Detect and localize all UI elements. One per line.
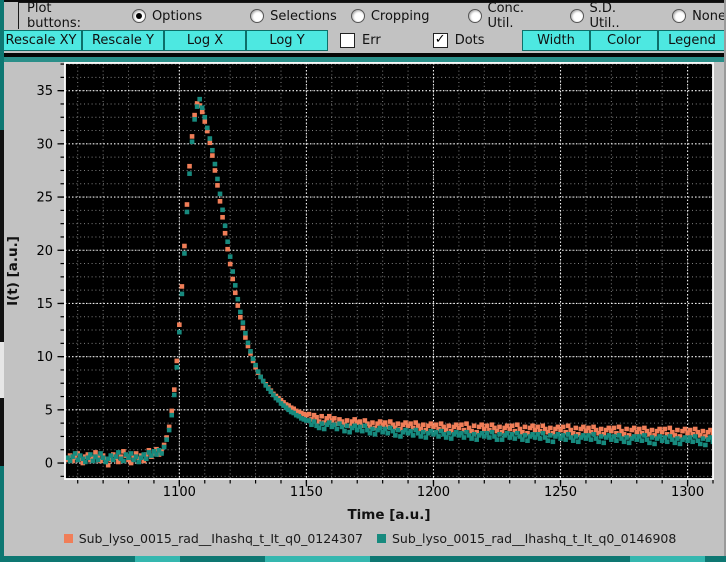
radio-none[interactable]: None [672, 9, 726, 24]
series-2-marker-icon [377, 534, 386, 543]
plot-toolbar: Plot buttons: Options Selections Cropping C… [0, 1, 726, 57]
dots-checkbox[interactable]: ✓ [432, 33, 448, 48]
radio-label: Selections [270, 8, 337, 24]
radio-label: None [692, 8, 726, 24]
log-x-button[interactable]: Log X [164, 30, 246, 51]
series-1-name: Sub_lyso_0015_rad__Ihashq_t_It_q0_012430… [78, 531, 363, 546]
y-tick-label: 5 [45, 403, 53, 418]
window-bottom-border [0, 556, 726, 562]
width-button[interactable]: Width [522, 30, 590, 51]
rescale-xy-button[interactable]: Rescale XY [0, 30, 82, 51]
radio-s-d-util-icon[interactable] [569, 9, 584, 23]
x-tick-label: 1300 [671, 485, 704, 500]
series-1-marker-icon [63, 534, 73, 543]
y-tick-label: 20 [36, 244, 53, 259]
y-tick-label: 10 [36, 350, 53, 365]
checkbox-label: Dots [454, 33, 485, 48]
radio-label: S.D. Util.. [589, 1, 620, 31]
err-checkbox-item: Err [340, 30, 381, 51]
color-button[interactable]: Color [590, 30, 658, 51]
plot-legend: Sub_lyso_0015_rad__Ihashq_t_It_q0_012430… [30, 531, 710, 546]
radio-label: Cropping [370, 8, 430, 24]
legend-entry: Sub_lyso_0015_rad__Ihashq_t_It_q0_012430… [63, 531, 363, 546]
y-axis-label: I(t) [a.u.] [5, 236, 21, 306]
plot-background [65, 63, 713, 479]
radio-options[interactable]: Options [131, 8, 203, 24]
radio-s-d-util[interactable]: S.D. Util.. [569, 1, 645, 31]
y-tick-label: 15 [36, 297, 53, 312]
plot-canvas[interactable]: 1100 1150 1200 1250 1300 0 5 10 15 20 25 30 35 [0, 0, 726, 562]
legend-entry: Sub_lyso_0015_rad__Ihashq_t_It_q0_014690… [377, 531, 676, 546]
x-tick-label: 1100 [163, 485, 196, 500]
radio-conc-util[interactable]: Conc. Util. [467, 1, 548, 31]
radio-cropping[interactable]: Cropping [350, 8, 430, 24]
plot-buttons-radio-row: Plot buttons: Options Selections Cropping C… [18, 1, 726, 31]
window-left-border [0, 0, 4, 562]
dots-checkbox-item: ✓ Dots [432, 30, 485, 51]
legend-button[interactable]: Legend [658, 30, 726, 51]
y-tick-label: 25 [36, 191, 53, 206]
radio-selections[interactable]: Selections [250, 9, 337, 24]
x-tick-label: 1200 [417, 485, 450, 500]
radio-none-icon[interactable] [672, 9, 687, 23]
x-tick-label: 1150 [290, 485, 323, 500]
y-tick-label: 0 [45, 457, 53, 472]
plot-buttons-label: Plot buttons: [27, 1, 82, 31]
x-tick-label: 1250 [544, 485, 577, 500]
radio-options-icon[interactable] [131, 9, 146, 23]
radio-label: Options [151, 8, 203, 24]
radio-label: Conc. Util. [487, 1, 525, 31]
checkbox-label: Err [362, 33, 381, 48]
plot-buttons-row: Rescale XY Rescale Y Log X Log Y Err ✓ Dots Wid… [0, 30, 726, 51]
window-top-border [0, 0, 726, 2]
radio-selections-icon[interactable] [250, 9, 265, 23]
err-checkbox[interactable] [340, 33, 355, 48]
rescale-y-button[interactable]: Rescale Y [82, 30, 164, 51]
log-y-button[interactable]: Log Y [246, 30, 328, 51]
radio-cropping-icon[interactable] [350, 9, 365, 23]
y-tick-label: 35 [36, 84, 53, 99]
series-2-name: Sub_lyso_0015_rad__Ihashq_t_It_q0_014690… [392, 531, 677, 546]
y-tick-label: 30 [36, 137, 53, 152]
radio-conc-util-icon[interactable] [467, 9, 482, 23]
x-axis-label: Time [a.u.] [347, 507, 431, 523]
